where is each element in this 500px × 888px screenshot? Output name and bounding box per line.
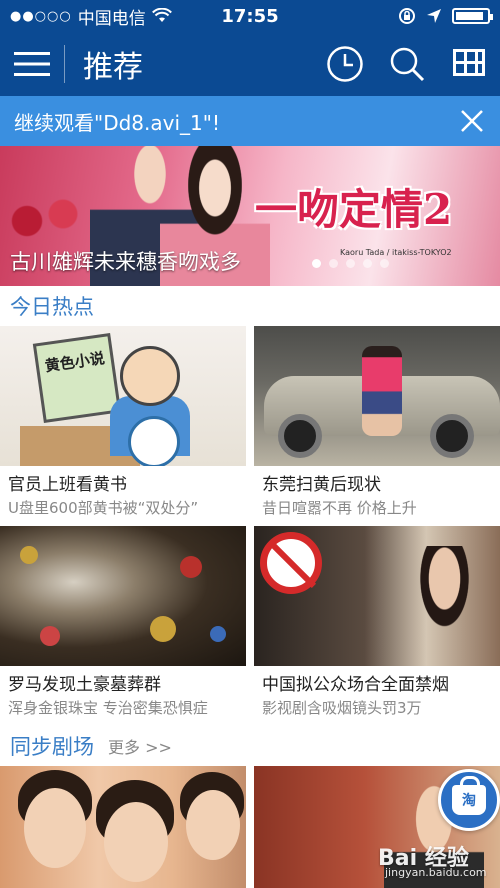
watermark-url: jingyan.baidu.com <box>385 866 487 879</box>
section-header-hot-today: 今日热点 <box>0 286 500 326</box>
carousel-dot[interactable] <box>380 259 389 268</box>
menu-button[interactable] <box>0 32 64 96</box>
illustration-jewel <box>180 556 202 578</box>
card-title: 官员上班看黄书 <box>8 475 127 495</box>
card-subtitle: 昔日喧嚣不再 价格上升 <box>262 499 417 517</box>
card-image <box>254 326 500 466</box>
grid-apps-icon <box>453 49 485 76</box>
illustration-clock <box>128 416 180 466</box>
illustration-wheel <box>430 414 474 458</box>
news-card[interactable]: 罗马发现土豪墓葬群 浑身金银珠宝 专治密集恐惧症 <box>0 526 246 718</box>
carousel-dot[interactable] <box>346 259 355 268</box>
illustration-face <box>186 790 240 860</box>
carousel-dot[interactable] <box>329 259 338 268</box>
nav-bar: 推荐 <box>0 32 500 96</box>
shopping-bag-icon: 淘 <box>452 776 486 815</box>
card-image <box>0 526 246 666</box>
illustration-jewel <box>210 626 226 642</box>
search-button[interactable] <box>376 32 438 96</box>
status-time: 17:55 <box>221 5 279 27</box>
illustration-screen-text: 黄色小说 <box>43 349 106 376</box>
hero-caption: 古川雄辉未来穗香吻戏多 <box>10 250 241 274</box>
hero-logo-text: 一吻定情2 <box>255 185 453 234</box>
history-clock-icon <box>327 46 363 82</box>
section-header-sync-drama: 同步剧场 更多 >> <box>0 726 500 766</box>
card-subtitle: U盘里600部黄书被“双处分” <box>8 499 199 517</box>
card-title: 中国拟公众场合全面禁烟 <box>262 675 449 695</box>
drama-card[interactable] <box>0 766 246 888</box>
page-title: 推荐 <box>83 50 143 85</box>
no-smoking-icon <box>260 532 322 594</box>
more-link[interactable]: 更多 >> <box>108 734 172 758</box>
card-subtitle: 影视剧含吸烟镜头罚3万 <box>262 699 422 717</box>
carousel-dot[interactable] <box>312 259 321 268</box>
card-subtitle: 浑身金银珠宝 专治密集恐惧症 <box>8 699 208 717</box>
illustration-person <box>362 346 402 436</box>
hero-carousel[interactable]: 一吻定情2 Kaoru Tada / itakiss-TOKYO2 古川雄辉未来… <box>0 146 500 286</box>
illustration-jewel <box>20 546 38 564</box>
shop-floating-button[interactable]: 淘 <box>438 769 500 831</box>
illustration-face <box>104 802 168 882</box>
status-bar: ●●○○○ 中国电信 17:55 <box>0 0 500 32</box>
close-icon <box>461 110 483 132</box>
illustration-wheel <box>278 414 322 458</box>
continue-watching-text: 继续观看"Dd8.avi_1"! <box>14 110 220 135</box>
news-card[interactable]: 东莞扫黄后现状 昔日喧嚣不再 价格上升 <box>254 326 500 518</box>
history-button[interactable] <box>314 32 376 96</box>
card-image <box>0 766 246 888</box>
close-banner-button[interactable] <box>444 96 500 146</box>
apps-button[interactable] <box>438 32 500 96</box>
menu-icon <box>14 52 50 76</box>
card-title: 罗马发现土豪墓葬群 <box>8 675 161 695</box>
illustration-monitor: 黄色小说 <box>32 332 122 424</box>
illustration-jewel <box>150 616 176 642</box>
card-title: 东莞扫黄后现状 <box>262 475 381 495</box>
illustration-face <box>24 788 86 868</box>
nav-divider <box>64 45 65 83</box>
card-image <box>254 526 500 666</box>
illustration-jewel <box>40 626 60 646</box>
battery-level <box>456 12 483 20</box>
news-card[interactable]: 中国拟公众场合全面禁烟 影视剧含吸烟镜头罚3万 <box>254 526 500 718</box>
hero-logo-subtitle: Kaoru Tada / itakiss-TOKYO2 <box>340 248 452 257</box>
carousel-dots[interactable] <box>312 259 389 268</box>
carousel-dot[interactable] <box>363 259 372 268</box>
section-title: 今日热点 <box>10 295 94 319</box>
search-icon <box>390 47 425 82</box>
battery-icon <box>452 8 493 24</box>
section-title: 同步剧场 <box>10 735 94 759</box>
news-card[interactable]: 黄色小说 官员上班看黄书 U盘里600部黄书被“双处分” <box>0 326 246 518</box>
continue-watching-banner[interactable]: 继续观看"Dd8.avi_1"! <box>0 96 500 146</box>
illustration-face <box>120 346 180 406</box>
card-image: 黄色小说 <box>0 326 246 466</box>
illustration-woman <box>404 546 494 666</box>
